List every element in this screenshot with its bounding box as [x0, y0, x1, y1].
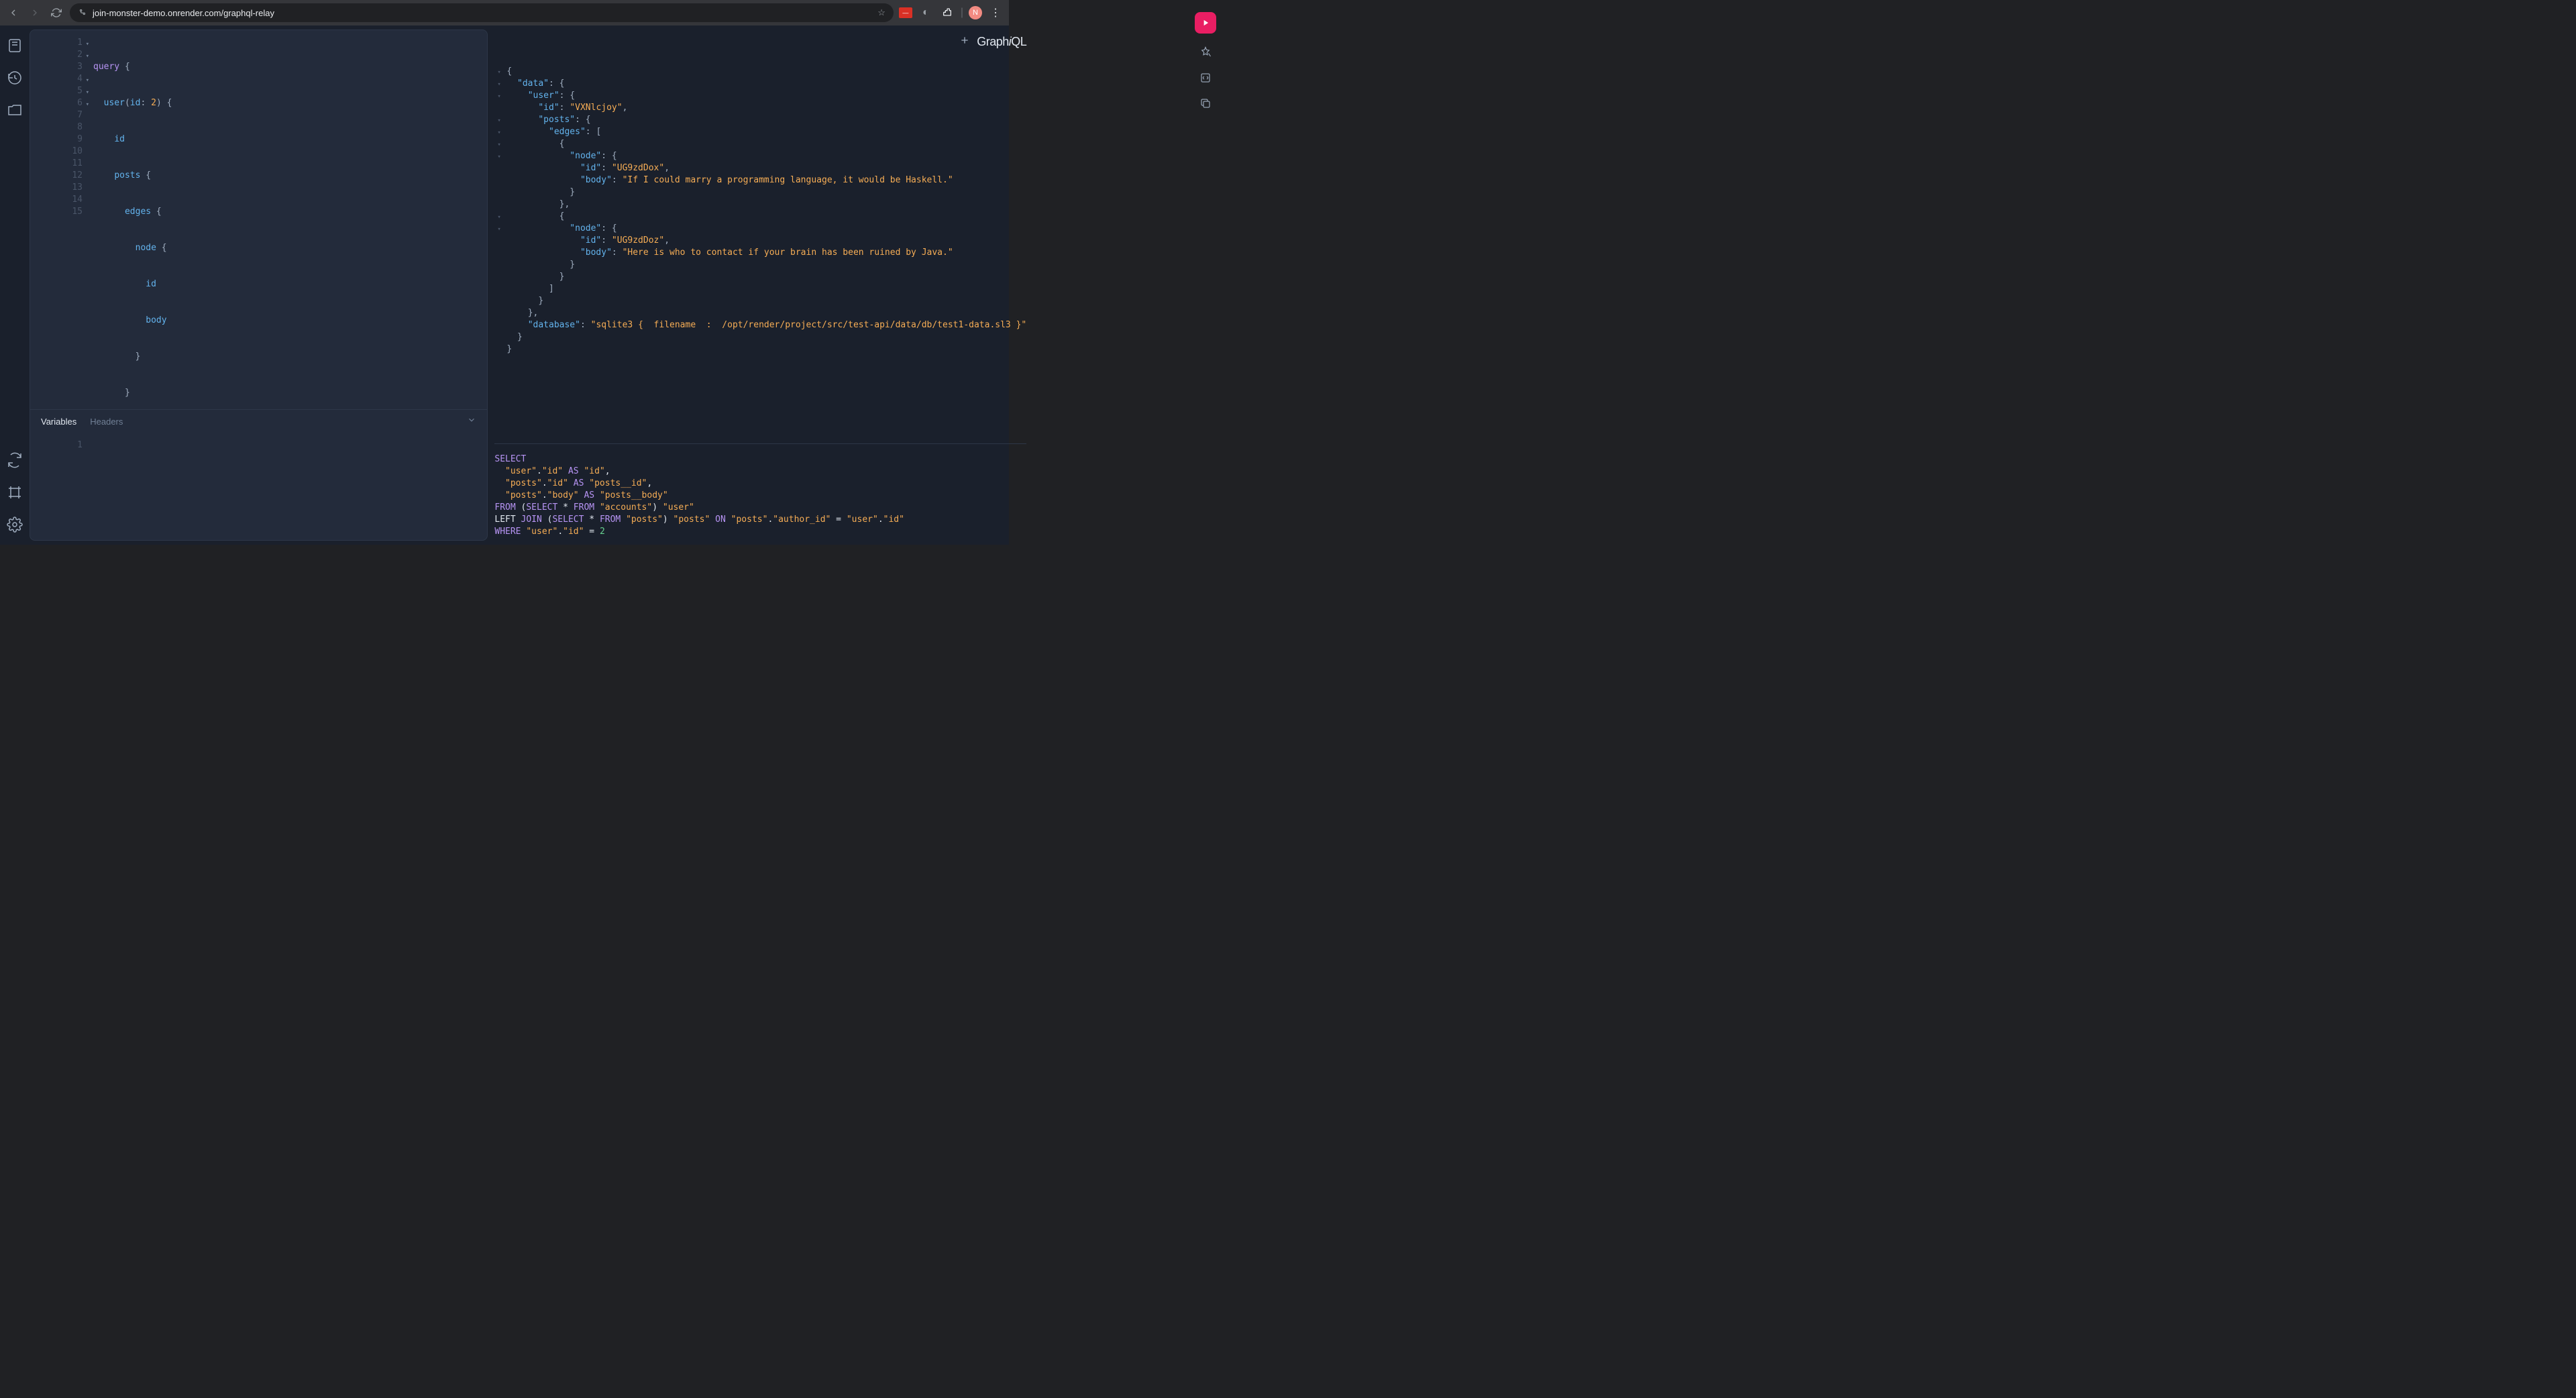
- add-tab-icon[interactable]: [959, 35, 970, 49]
- query-code[interactable]: query { user(id: 2) { id posts { edges {…: [93, 37, 487, 409]
- explorer-icon[interactable]: [7, 102, 23, 118]
- reload-button[interactable]: [48, 5, 64, 21]
- prettify-button[interactable]: [1195, 42, 1216, 63]
- extensions-icon[interactable]: [939, 5, 955, 21]
- settings-icon[interactable]: [7, 517, 23, 533]
- result-column: GraphiQL ▾{▾ "data": {▾ "user": { "id": …: [488, 30, 1033, 541]
- browser-toolbar: join-monster-demo.onrender.com/graphql-r…: [0, 0, 1009, 25]
- url-text: join-monster-demo.onrender.com/graphql-r…: [93, 8, 274, 18]
- tab-variables[interactable]: Variables: [41, 417, 76, 427]
- back-button[interactable]: [5, 5, 21, 21]
- bookmark-icon[interactable]: ☆: [877, 7, 885, 18]
- copy-button[interactable]: [1195, 93, 1216, 114]
- execute-button[interactable]: [1195, 12, 1216, 34]
- menu-icon[interactable]: ⋮: [987, 5, 1004, 21]
- merge-button[interactable]: [1195, 67, 1216, 89]
- refetch-icon[interactable]: [7, 452, 23, 468]
- result-viewer[interactable]: ▾{▾ "data": {▾ "user": { "id": "VXNlcjoy…: [494, 54, 1026, 443]
- main-panel: 1▾2▾34▾5▾6▾789101112131415 query { user(…: [30, 25, 1009, 545]
- variables-editor[interactable]: 1: [30, 433, 487, 447]
- editor-column: 1▾2▾34▾5▾6▾789101112131415 query { user(…: [30, 30, 488, 541]
- extension-badge[interactable]: —: [899, 7, 912, 18]
- forward-button[interactable]: [27, 5, 43, 21]
- line-gutter: 1▾2▾34▾5▾6▾789101112131415: [30, 37, 87, 218]
- query-editor[interactable]: 1▾2▾34▾5▾6▾789101112131415 query { user(…: [30, 30, 487, 409]
- docs-icon[interactable]: [7, 38, 23, 54]
- variables-panel: Variables Headers 1: [30, 409, 487, 540]
- incognito-icon[interactable]: ◐: [918, 5, 934, 21]
- graphiql-app: 1▾2▾34▾5▾6▾789101112131415 query { user(…: [0, 25, 1009, 545]
- tab-headers[interactable]: Headers: [90, 417, 123, 427]
- collapse-variables-icon[interactable]: [467, 415, 476, 428]
- profile-avatar[interactable]: N: [969, 6, 982, 19]
- address-bar[interactable]: join-monster-demo.onrender.com/graphql-r…: [70, 3, 894, 22]
- site-info-icon[interactable]: [78, 7, 87, 19]
- sql-output: SELECT "user"."id" AS "id", "posts"."id"…: [494, 443, 1026, 541]
- graphiql-logo: GraphiQL: [977, 35, 1026, 49]
- history-icon[interactable]: [7, 70, 23, 86]
- sidebar-rail: [0, 25, 30, 545]
- shortcuts-icon[interactable]: [7, 484, 23, 500]
